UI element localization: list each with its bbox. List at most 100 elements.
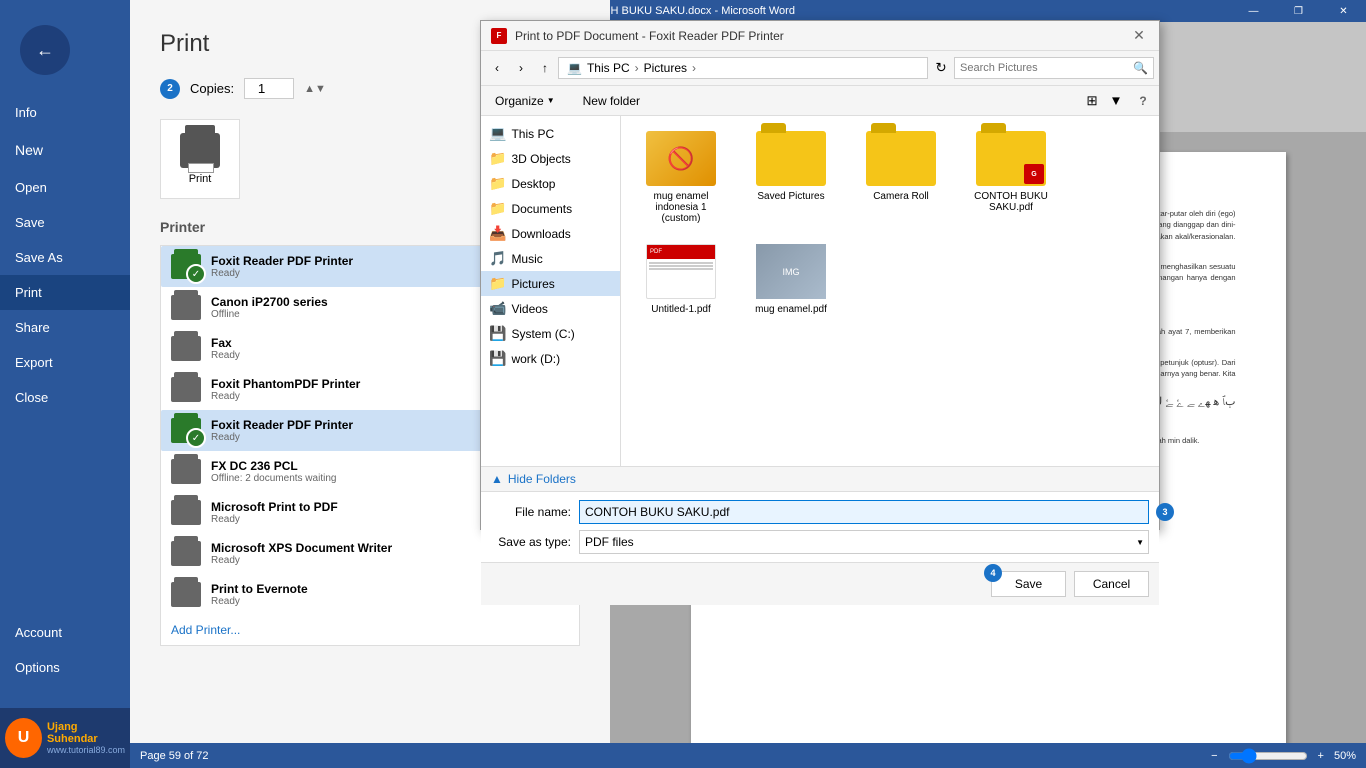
- add-printer-button[interactable]: Add Printer...: [161, 615, 579, 645]
- sidebar-item-options[interactable]: Options: [0, 650, 130, 685]
- printer-info: Canon iP2700 series Offline: [211, 295, 328, 320]
- nav-back-button[interactable]: ‹: [486, 57, 508, 79]
- search-input[interactable]: [960, 62, 1133, 74]
- sidebar-item-music[interactable]: 🎵 Music: [481, 246, 620, 271]
- zoom-slider[interactable]: [1228, 748, 1308, 764]
- desktop-label: Desktop: [511, 177, 555, 191]
- file-name-cameraroll: Camera Roll: [873, 191, 929, 202]
- hide-folders-button[interactable]: ▲ Hide Folders: [481, 467, 1159, 491]
- browser-sidebar: 💻 This PC 📁 3D Objects 📁 Desktop 📁 Docum…: [481, 116, 621, 466]
- step-badge-3: 3: [1156, 503, 1174, 521]
- options-label: Options: [15, 660, 60, 675]
- savedpictures-thumbnail: [756, 131, 826, 186]
- sidebar-item-saveas[interactable]: Save As: [0, 240, 130, 275]
- view-buttons: ⊞ ▼: [1081, 90, 1127, 112]
- filename-label: File name:: [491, 505, 571, 519]
- restore-button[interactable]: ❐: [1276, 0, 1321, 22]
- printer-icon-graphic: [171, 459, 201, 484]
- printer-info: Foxit Reader PDF Printer Ready: [211, 418, 353, 443]
- file-item-savedpictures[interactable]: Saved Pictures: [741, 126, 841, 229]
- search-box[interactable]: 🔍: [954, 57, 1154, 79]
- file-item-cameraroll[interactable]: Camera Roll: [851, 126, 951, 229]
- copies-arrows[interactable]: ▲▼: [304, 83, 326, 95]
- sidebar-item-print[interactable]: Print: [0, 275, 130, 310]
- view-dropdown-button[interactable]: ▼: [1105, 90, 1127, 112]
- sidebar-item-label: Export: [15, 355, 53, 370]
- file-item-contoh[interactable]: G CONTOH BUKU SAKU.pdf: [961, 126, 1061, 229]
- zoom-minus-button[interactable]: −: [1211, 750, 1217, 762]
- sidebar-item-close[interactable]: Close: [0, 380, 130, 415]
- nav-refresh-button[interactable]: ↻: [930, 57, 952, 79]
- printer-check-badge: ✓: [186, 264, 206, 284]
- minimize-button[interactable]: —: [1231, 0, 1276, 22]
- step-badge-2: 2: [160, 79, 180, 99]
- workd-label: work (D:): [511, 352, 560, 366]
- view-change-button[interactable]: ⊞: [1081, 90, 1103, 112]
- downloads-label: Downloads: [511, 227, 570, 241]
- nav-forward-button[interactable]: ›: [510, 57, 532, 79]
- file-item-untitled[interactable]: PDF Untitled-1.pdf: [631, 239, 731, 320]
- organize-button[interactable]: Organize ▼: [486, 90, 564, 112]
- sidebar-item-label: Save As: [15, 250, 63, 265]
- sidebar-item-documents[interactable]: 📁 Documents: [481, 196, 620, 221]
- print-button[interactable]: Print: [160, 119, 240, 199]
- sidebar-item-thispc[interactable]: 💻 This PC: [481, 121, 620, 146]
- printer-status: Offline: [211, 309, 328, 320]
- help-button[interactable]: ?: [1132, 90, 1154, 112]
- sidebar-item-desktop[interactable]: 📁 Desktop: [481, 171, 620, 196]
- sidebar-item-save[interactable]: Save: [0, 205, 130, 240]
- nav-up-button[interactable]: ↑: [534, 57, 556, 79]
- save-button-label: Save: [1015, 577, 1042, 591]
- sidebar-item-pictures[interactable]: 📁 Pictures: [481, 271, 620, 296]
- file-name-untitled: Untitled-1.pdf: [651, 304, 710, 315]
- sidebar-item-share[interactable]: Share: [0, 310, 130, 345]
- sidebar-item-account[interactable]: Account: [0, 615, 130, 650]
- filename-input[interactable]: [579, 500, 1149, 524]
- sidebar-item-workd[interactable]: 💾 work (D:): [481, 346, 620, 371]
- file-item-mugpdf[interactable]: IMG mug enamel.pdf: [741, 239, 841, 320]
- bottom-controls: File name: 3 Save as type: PDF files All…: [481, 491, 1159, 562]
- sidebar-item-new[interactable]: New: [0, 130, 130, 170]
- printer-name: Microsoft XPS Document Writer: [211, 541, 392, 555]
- close-button[interactable]: ✕: [1321, 0, 1366, 22]
- documents-label: Documents: [511, 202, 572, 216]
- printer-icon-wrap: [171, 582, 201, 607]
- search-icon: 🔍: [1133, 61, 1148, 75]
- printer-icon-graphic: [171, 377, 201, 402]
- printer-icon-wrap: ✓: [171, 418, 201, 443]
- printer-info: Microsoft XPS Document Writer Ready: [211, 541, 392, 566]
- sidebar-item-open[interactable]: Open: [0, 170, 130, 205]
- printer-name: Foxit PhantomPDF Printer: [211, 377, 360, 391]
- file-item-mug[interactable]: 🚫 mug enamel indonesia 1 (custom): [631, 126, 731, 229]
- backstage-back-button[interactable]: ←: [20, 25, 70, 75]
- back-arrow-icon: ←: [36, 40, 54, 61]
- sidebar-item-3dobjects[interactable]: 📁 3D Objects: [481, 146, 620, 171]
- cancel-button-label: Cancel: [1093, 577, 1130, 591]
- foxit-icon: F: [491, 28, 507, 44]
- savetype-select[interactable]: PDF files All files: [579, 530, 1149, 554]
- thispc-label: This PC: [511, 127, 554, 141]
- cancel-button[interactable]: Cancel: [1074, 571, 1149, 597]
- sidebar-item-videos[interactable]: 📹 Videos: [481, 296, 620, 321]
- videos-label: Videos: [511, 302, 547, 316]
- new-folder-button[interactable]: New folder: [574, 90, 649, 112]
- sidebar-item-systemc[interactable]: 💾 System (C:): [481, 321, 620, 346]
- zoom-plus-button[interactable]: +: [1318, 750, 1324, 762]
- copies-input[interactable]: [244, 78, 294, 99]
- sidebar-item-info[interactable]: Info: [0, 95, 130, 130]
- savetype-label: Save as type:: [491, 535, 571, 549]
- sidebar-item-label: Print: [15, 285, 42, 300]
- dialog-close-button[interactable]: ✕: [1129, 26, 1149, 46]
- ujang-name: Ujang Suhendar: [47, 721, 125, 745]
- printer-status: Ready: [211, 391, 360, 402]
- sidebar-item-downloads[interactable]: 📥 Downloads: [481, 221, 620, 246]
- file-browser: 💻 This PC 📁 3D Objects 📁 Desktop 📁 Docum…: [481, 116, 1159, 466]
- save-button[interactable]: 4 Save: [991, 571, 1066, 597]
- backstage-sidebar: ← Info New Open Save Save As Print Share…: [0, 0, 130, 768]
- sidebar-item-export[interactable]: Export: [0, 345, 130, 380]
- printer-status: Ready: [211, 432, 353, 443]
- breadcrumb[interactable]: 💻 This PC › Pictures ›: [558, 57, 928, 79]
- printer-name: Print to Evernote: [211, 582, 308, 596]
- breadcrumb-separator2: ›: [692, 61, 696, 75]
- ujang-footer: U Ujang Suhendar www.tutorial89.com: [0, 708, 130, 768]
